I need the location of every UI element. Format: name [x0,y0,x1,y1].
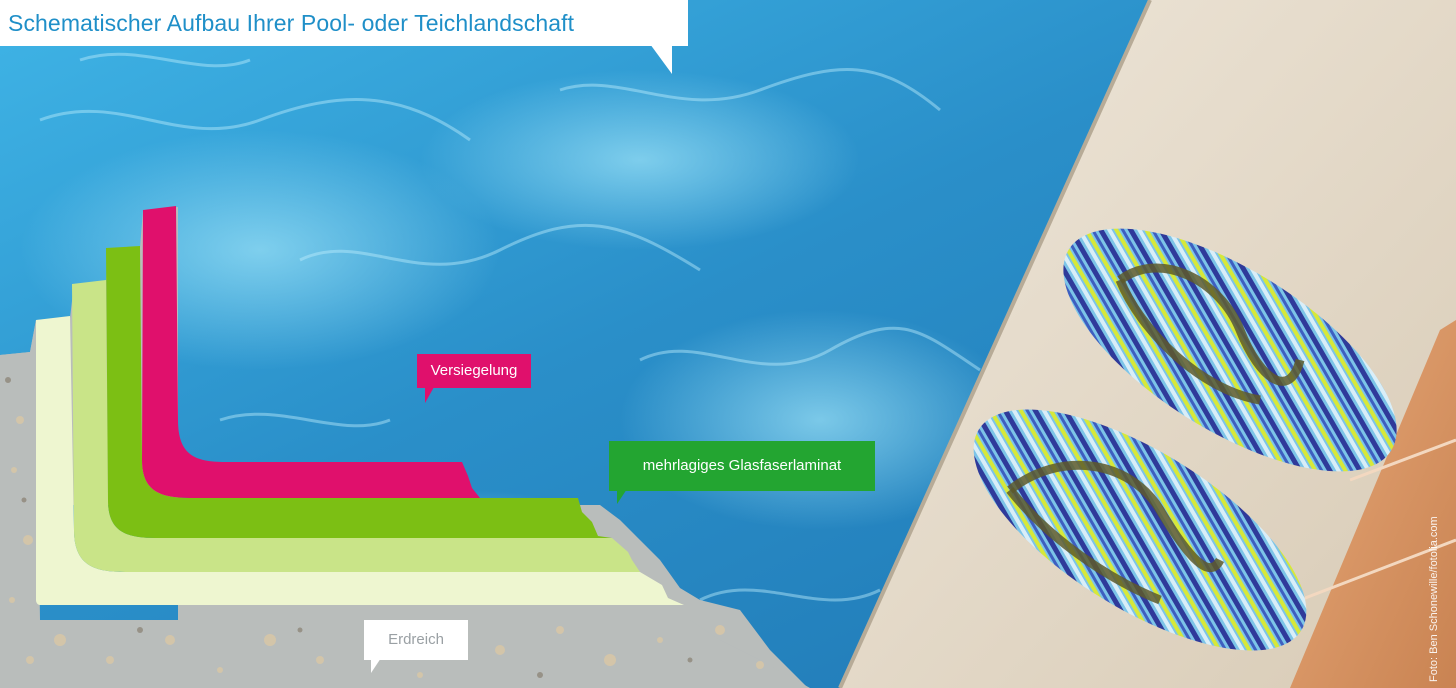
label-laminate-tail [617,489,627,504]
label-laminate: mehrlagiges Glasfaserlaminat [609,441,875,491]
diagram-scene: Schematischer Aufbau Ihrer Pool- oder Te… [0,0,1456,688]
diagram-title: Schematischer Aufbau Ihrer Pool- oder Te… [0,0,688,46]
title-callout-tail [650,44,672,74]
label-soil: Erdreich [364,620,468,660]
pool-illustration [0,0,1456,688]
label-sealing: Versiegelung [417,354,531,388]
label-sealing-tail [425,387,434,403]
photo-credit: Foto: Ben Schonewille/fotolia.com [1428,516,1440,682]
label-soil-tail [371,658,381,673]
